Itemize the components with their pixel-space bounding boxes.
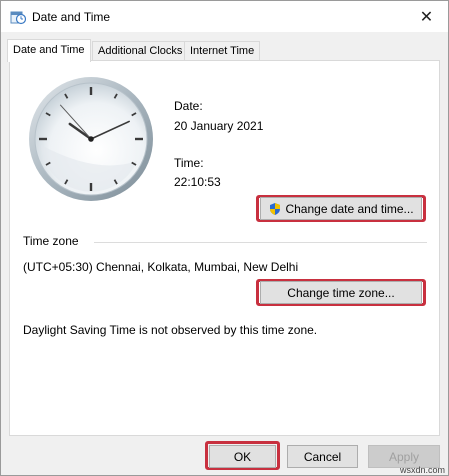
ok-button[interactable]: OK xyxy=(209,445,276,468)
date-label: Date: xyxy=(174,99,203,113)
tab-additional-clocks[interactable]: Additional Clocks xyxy=(92,41,189,61)
change-date-time-label: Change date and time... xyxy=(285,201,414,216)
close-icon: ✕ xyxy=(419,8,434,26)
dst-note: Daylight Saving Time is not observed by … xyxy=(23,323,318,337)
uac-shield-icon xyxy=(270,202,281,215)
date-value: 20 January 2021 xyxy=(174,119,264,133)
close-button[interactable]: ✕ xyxy=(405,1,448,32)
tab-strip: Date and Time Additional Clocks Internet… xyxy=(1,39,448,62)
change-time-zone-button[interactable]: Change time zone... xyxy=(260,281,422,304)
date-time-dialog: Date and Time ✕ Date and Time Additional… xyxy=(0,0,449,476)
time-zone-divider xyxy=(94,242,427,243)
cancel-button[interactable]: Cancel xyxy=(287,445,358,468)
date-time-app-icon xyxy=(10,11,26,25)
time-zone-value: (UTC+05:30) Chennai, Kolkata, Mumbai, Ne… xyxy=(23,260,299,274)
time-zone-section-label: Time zone xyxy=(23,234,79,248)
change-date-time-button[interactable]: Change date and time... xyxy=(260,197,422,220)
window-title: Date and Time xyxy=(32,10,111,24)
time-value: 22:10:53 xyxy=(174,175,221,189)
tab-date-and-time[interactable]: Date and Time xyxy=(7,39,91,62)
clock-center-pin xyxy=(88,136,94,142)
time-label: Time: xyxy=(174,156,204,170)
tab-internet-time[interactable]: Internet Time xyxy=(184,41,261,61)
watermark: wsxdn.com xyxy=(400,465,446,475)
change-time-zone-label: Change time zone... xyxy=(287,285,395,300)
tab-panel-date-and-time: Date: 20 January 2021 Time: 22:10:53 Cha… xyxy=(9,60,440,436)
title-bar[interactable]: Date and Time ✕ xyxy=(1,1,448,32)
analog-clock xyxy=(29,77,153,201)
